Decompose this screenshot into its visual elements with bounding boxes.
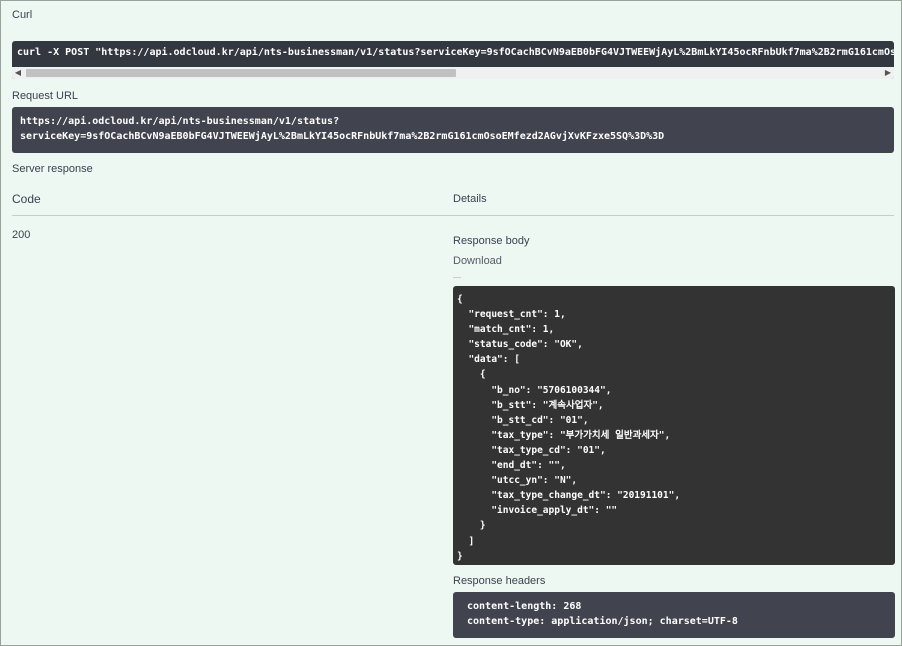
curl-label: Curl [12, 9, 33, 21]
response-headers-block[interactable]: content-length: 268 content-type: applic… [453, 592, 895, 638]
response-body-label: Response body [453, 235, 530, 247]
request-url-label: Request URL [12, 90, 79, 102]
divider [12, 215, 894, 216]
response-body-code[interactable]: { "request_cnt": 1, "match_cnt": 1, "sta… [453, 286, 895, 565]
server-response-label: Server response [12, 163, 93, 175]
response-header-line: content-type: application/json; charset=… [467, 616, 738, 627]
response-panel: Curl curl -X POST "https://api.odcloud.k… [0, 0, 902, 646]
request-url-line: serviceKey=9sfOCachBCvN9aEB0bFG4VJTWEEWj… [20, 131, 665, 142]
code-column-header: Code [12, 192, 41, 206]
response-header-line: content-length: 268 [467, 601, 582, 612]
request-url-block[interactable]: https://api.odcloud.kr/api/nts-businessm… [12, 107, 894, 153]
details-column-header: Details [453, 193, 487, 205]
request-url-line: https://api.odcloud.kr/api/nts-businessm… [20, 116, 340, 127]
curl-command-block[interactable]: curl -X POST "https://api.odcloud.kr/api… [12, 41, 894, 79]
scroll-right-icon[interactable]: ▶ [882, 67, 894, 79]
scroll-thumb[interactable] [26, 69, 456, 77]
download-button[interactable]: Download [453, 255, 502, 267]
response-status-code: 200 [12, 229, 31, 241]
horizontal-scrollbar[interactable]: ◀ ▶ [12, 67, 894, 79]
divider [453, 277, 461, 278]
curl-command-text: curl -X POST "https://api.odcloud.kr/api… [17, 47, 894, 58]
scroll-left-icon[interactable]: ◀ [12, 67, 24, 79]
response-headers-label: Response headers [453, 575, 546, 587]
